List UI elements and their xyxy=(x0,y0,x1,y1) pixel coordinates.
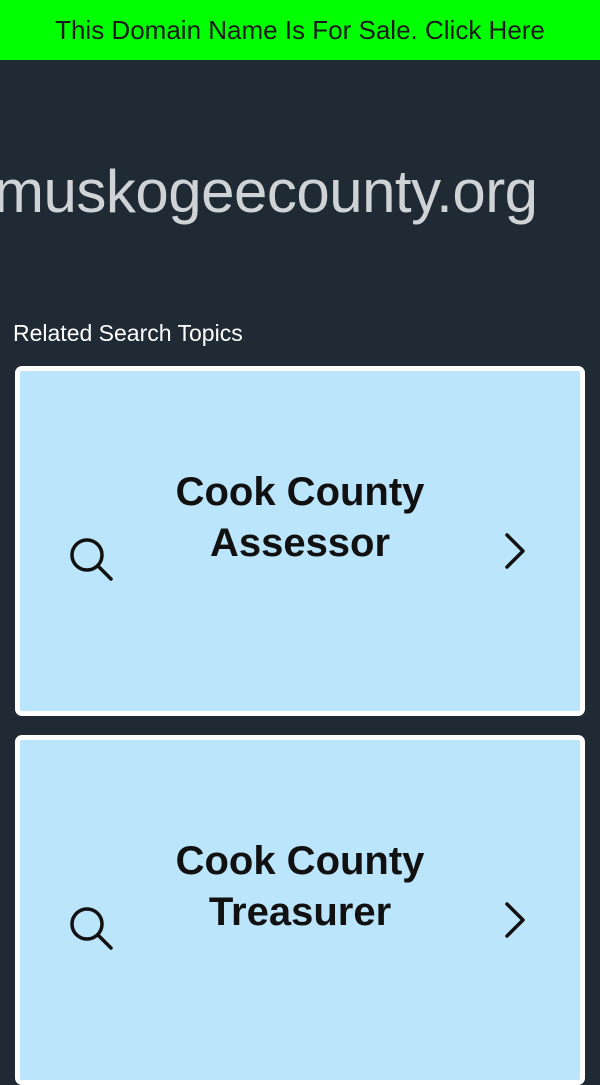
topic-card[interactable]: Cook County Assessor xyxy=(15,366,585,716)
domain-for-sale-banner[interactable]: This Domain Name Is For Sale. Click Here xyxy=(0,0,600,60)
banner-text: This Domain Name Is For Sale. Click Here xyxy=(55,14,545,45)
related-search-heading: Related Search Topics xyxy=(13,320,243,346)
domain-name: muskogeecounty.org xyxy=(0,158,538,225)
domain-title: muskogeecounty.org xyxy=(0,152,600,232)
topic-label: Cook County Assessor xyxy=(175,470,425,565)
search-icon xyxy=(70,907,113,950)
search-icon xyxy=(70,538,113,581)
topic-card[interactable]: Cook County Treasurer xyxy=(15,735,585,1085)
chevron-right-icon xyxy=(505,533,525,569)
chevron-right-icon xyxy=(505,902,525,938)
topic-label: Cook County Treasurer xyxy=(175,839,425,934)
